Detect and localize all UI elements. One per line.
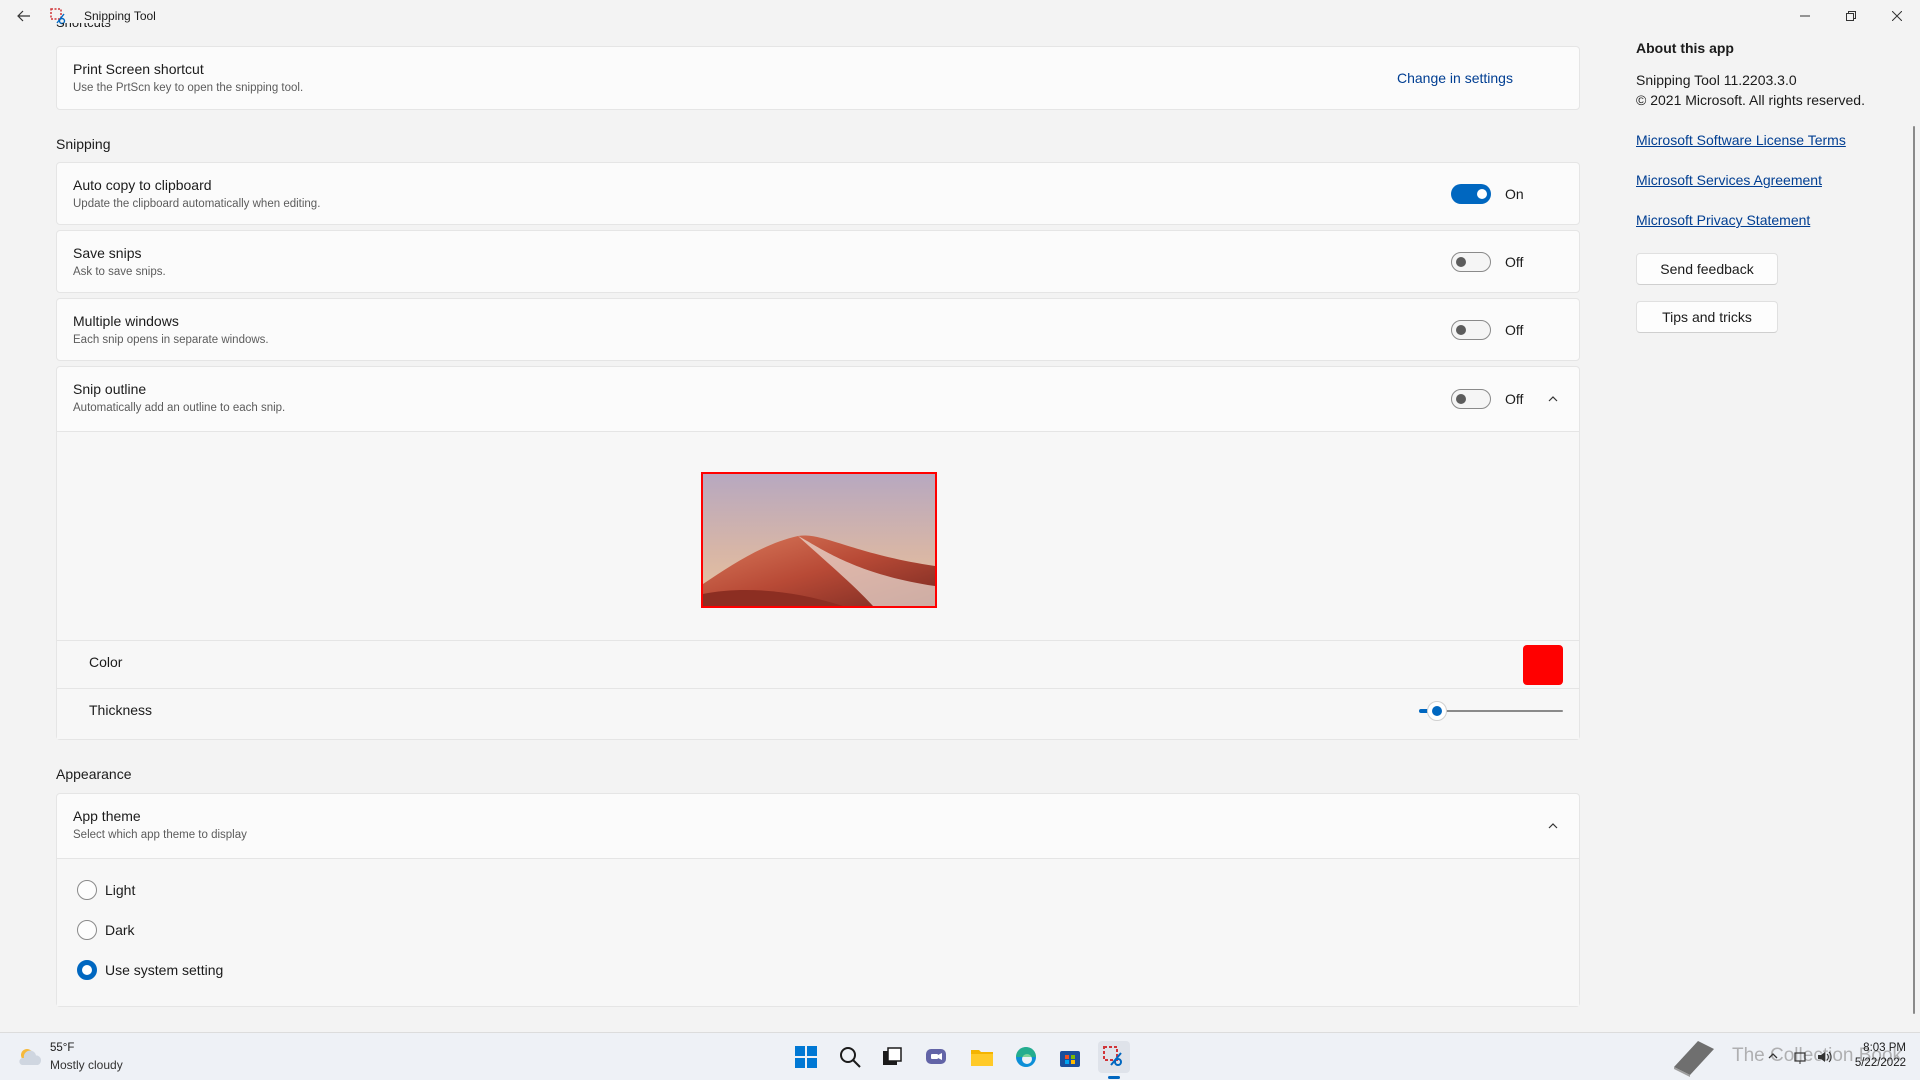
app-version: Snipping Tool 11.2203.3.0 <box>1636 72 1797 88</box>
settings-main: Shortcuts Print Screen shortcut Use the … <box>56 0 1580 1032</box>
snipping-tool-icon <box>1103 1046 1122 1066</box>
auto-copy-title: Auto copy to clipboard <box>73 177 212 193</box>
clock-date[interactable]: 5/22/2022 <box>1855 1057 1906 1069</box>
snip-outline-state: Off <box>1505 391 1524 407</box>
restore-button[interactable] <box>1828 0 1874 32</box>
app-theme-collapse-button[interactable] <box>1545 818 1561 834</box>
start-button[interactable] <box>790 1041 822 1073</box>
store-icon <box>1060 1051 1080 1067</box>
app-theme-options-panel: Light Dark Use system setting <box>57 858 1579 1006</box>
print-screen-card: Print Screen shortcut Use the PrtScn key… <box>56 46 1580 110</box>
close-button[interactable] <box>1874 0 1920 32</box>
weather-temperature[interactable]: 55°F <box>50 1042 74 1054</box>
edge-icon <box>1016 1047 1036 1067</box>
multiple-windows-card: Multiple windows Each snip opens in sepa… <box>56 298 1580 361</box>
snipping-tool-taskbar-button[interactable] <box>1098 1041 1130 1079</box>
app-theme-desc: Select which app theme to display <box>73 829 247 841</box>
divider <box>57 640 1579 641</box>
snip-outline-desc: Automatically add an outline to each sni… <box>73 402 286 414</box>
snip-outline-collapse-button[interactable] <box>1545 391 1561 407</box>
book-logo <box>1668 1037 1720 1079</box>
chat-button[interactable] <box>920 1041 952 1073</box>
show-hidden-icons-button[interactable] <box>1766 1049 1780 1063</box>
multiple-windows-toggle[interactable] <box>1451 320 1491 340</box>
radio-light-label: Light <box>105 882 136 898</box>
back-button[interactable] <box>10 4 38 28</box>
task-view-icon <box>883 1047 902 1065</box>
edge-button[interactable] <box>1010 1041 1042 1073</box>
chevron-up-icon <box>1548 823 1558 829</box>
taskbar: 55°F Mostly cloudy The Collection Book 8… <box>0 1032 1920 1080</box>
snip-outline-card: Snip outline Automatically add an outlin… <box>56 366 1580 740</box>
restore-icon <box>1846 11 1856 21</box>
auto-copy-card: Auto copy to clipboard Update the clipbo… <box>56 162 1580 225</box>
save-snips-title: Save snips <box>73 245 142 261</box>
snip-outline-expanded-panel: Color Thickness <box>57 431 1579 739</box>
save-snips-state: Off <box>1505 254 1524 270</box>
color-label: Color <box>89 654 123 670</box>
radio-light[interactable] <box>77 880 97 900</box>
radio-dark[interactable] <box>77 920 97 940</box>
vertical-scrollbar[interactable] <box>1913 126 1915 1014</box>
search-button[interactable] <box>834 1041 866 1073</box>
chat-icon <box>926 1049 946 1064</box>
start-icon <box>795 1046 817 1068</box>
snip-outline-title: Snip outline <box>73 381 147 397</box>
search-icon <box>840 1047 861 1068</box>
services-agreement-link[interactable]: Microsoft Services Agreement <box>1636 172 1822 188</box>
save-snips-card: Save snips Ask to save snips. Off <box>56 230 1580 293</box>
file-explorer-button[interactable] <box>966 1041 998 1073</box>
clock-time[interactable]: 8:03 PM <box>1863 1042 1906 1054</box>
back-arrow-icon <box>17 10 30 22</box>
radio-use-system-setting[interactable] <box>77 960 97 980</box>
file-explorer-icon <box>971 1050 993 1066</box>
send-feedback-button[interactable]: Send feedback <box>1636 253 1778 285</box>
chevron-up-icon <box>1548 396 1558 402</box>
app-theme-title: App theme <box>73 808 141 824</box>
weather-icon[interactable] <box>16 1043 44 1071</box>
snip-outline-toggle[interactable] <box>1451 389 1491 409</box>
copyright-text: © 2021 Microsoft. All rights reserved. <box>1636 92 1865 108</box>
volume-button[interactable] <box>1816 1049 1832 1065</box>
multiple-windows-state: Off <box>1505 322 1524 338</box>
save-snips-desc: Ask to save snips. <box>73 266 166 278</box>
change-in-settings-link[interactable]: Change in settings <box>1397 70 1513 86</box>
section-heading-appearance: Appearance <box>56 766 132 782</box>
save-snips-toggle[interactable] <box>1451 252 1491 272</box>
app-theme-card: App theme Select which app theme to disp… <box>56 793 1580 1007</box>
minimize-icon <box>1800 15 1810 17</box>
weather-description[interactable]: Mostly cloudy <box>50 1058 123 1072</box>
auto-copy-toggle[interactable] <box>1451 184 1491 204</box>
multiple-windows-title: Multiple windows <box>73 313 179 329</box>
volume-icon <box>1818 1051 1832 1063</box>
auto-copy-state: On <box>1505 186 1524 202</box>
privacy-statement-link[interactable]: Microsoft Privacy Statement <box>1636 212 1810 228</box>
thickness-slider-thumb[interactable] <box>1427 701 1447 721</box>
network-button[interactable] <box>1792 1049 1808 1065</box>
radio-dark-label: Dark <box>105 922 135 938</box>
network-icon <box>1794 1052 1806 1064</box>
auto-copy-desc: Update the clipboard automatically when … <box>73 198 321 210</box>
store-button[interactable] <box>1054 1041 1086 1073</box>
tips-and-tricks-button[interactable]: Tips and tricks <box>1636 301 1778 333</box>
close-icon <box>1892 11 1902 21</box>
license-terms-link[interactable]: Microsoft Software License Terms <box>1636 132 1846 148</box>
minimize-button[interactable] <box>1782 0 1828 32</box>
multiple-windows-desc: Each snip opens in separate windows. <box>73 334 269 346</box>
radio-use-system-setting-label: Use system setting <box>105 962 224 978</box>
thickness-slider-track[interactable] <box>1419 701 1563 721</box>
section-heading-shortcuts: Shortcuts <box>56 23 111 31</box>
thickness-label: Thickness <box>89 702 153 718</box>
print-screen-desc: Use the PrtScn key to open the snipping … <box>73 82 304 94</box>
section-heading-snipping: Snipping <box>56 136 111 152</box>
about-heading: About this app <box>1636 40 1734 56</box>
print-screen-title: Print Screen shortcut <box>73 61 204 77</box>
divider <box>57 688 1579 689</box>
chevron-up-icon <box>1768 1053 1778 1059</box>
outline-preview-image <box>701 472 937 608</box>
outline-color-swatch[interactable] <box>1523 645 1563 685</box>
task-view-button[interactable] <box>876 1041 908 1073</box>
